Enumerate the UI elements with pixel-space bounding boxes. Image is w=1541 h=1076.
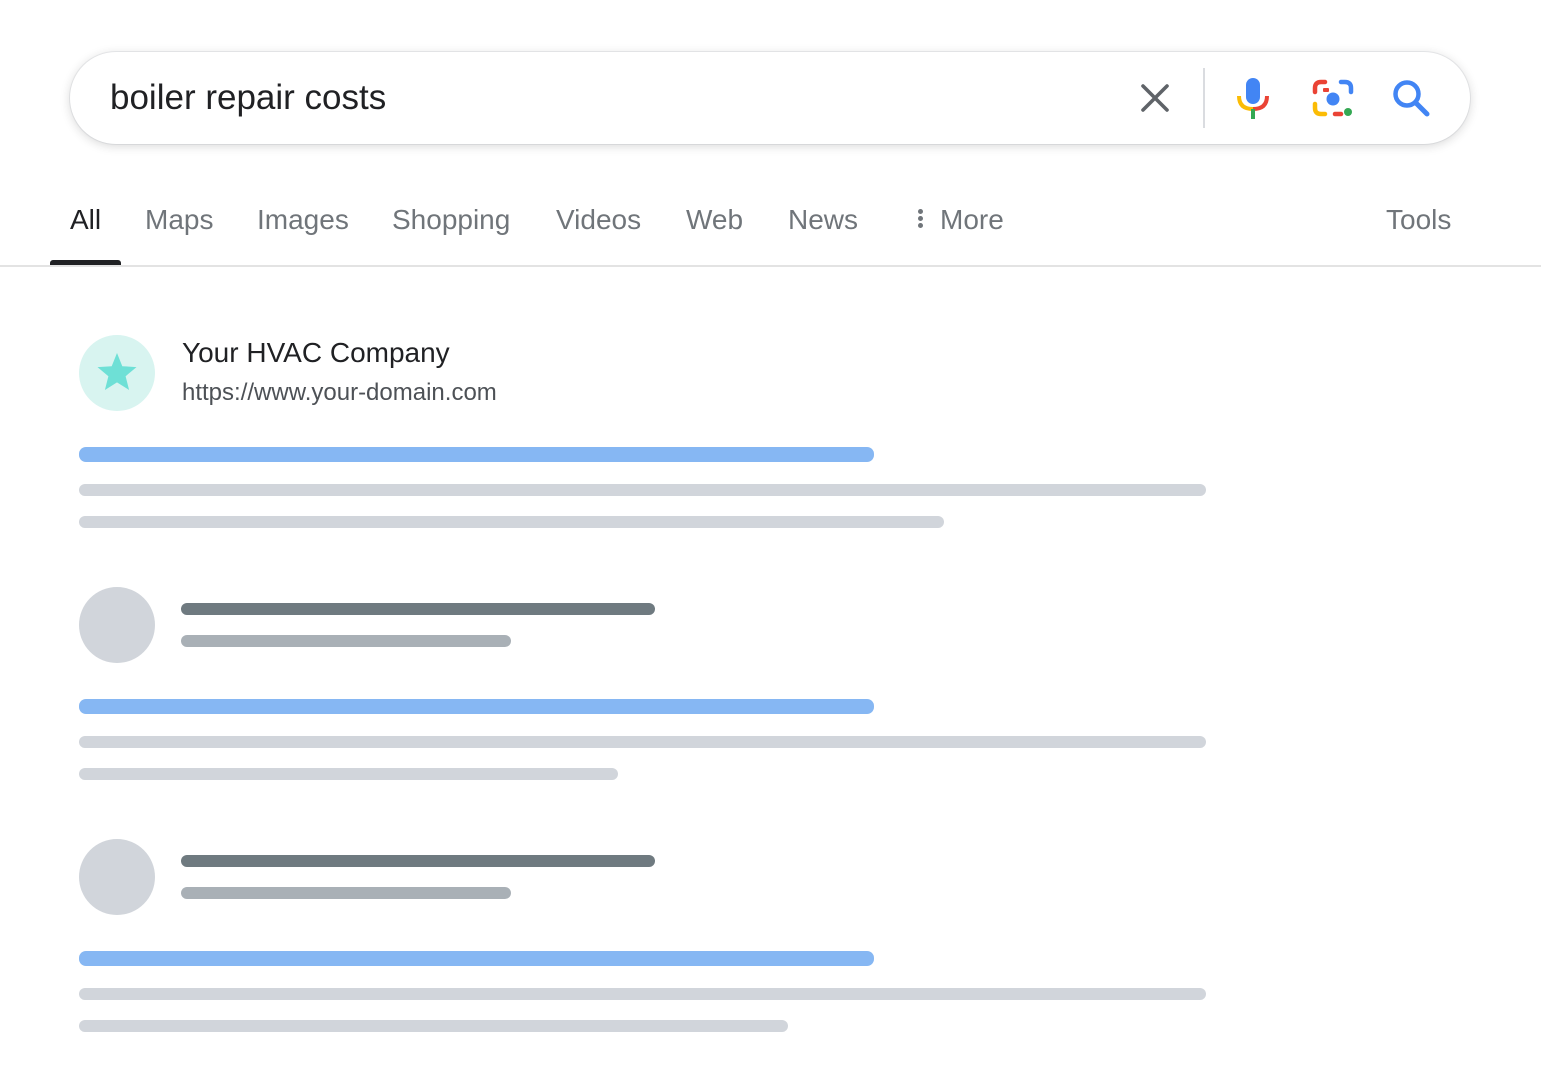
result-title-placeholder[interactable] — [79, 951, 874, 966]
result-title-placeholder[interactable] — [79, 699, 874, 714]
tools-button[interactable]: Tools — [1386, 204, 1451, 236]
site-url[interactable]: https://www.your-domain.com — [182, 379, 497, 407]
tab-more-label: More — [940, 204, 1004, 235]
result-title-placeholder[interactable] — [79, 447, 874, 462]
tab-news[interactable]: News — [788, 204, 858, 236]
snippet-line-placeholder — [79, 484, 1206, 496]
site-url-placeholder — [181, 887, 511, 899]
search-tabs: All Maps Images Shopping Videos Web News… — [0, 190, 1541, 268]
snippet-line-placeholder — [79, 768, 618, 780]
snippet-line-placeholder — [79, 736, 1206, 748]
site-name-placeholder — [181, 855, 655, 867]
search-bar — [70, 52, 1470, 144]
magnifier-icon[interactable] — [1387, 74, 1435, 122]
snippet-line-placeholder — [79, 988, 1206, 1000]
tab-videos[interactable]: Videos — [556, 204, 641, 236]
search-bar-divider — [1203, 68, 1205, 128]
site-name[interactable]: Your HVAC Company — [182, 337, 450, 369]
more-vert-icon — [918, 207, 924, 230]
site-favicon — [79, 335, 155, 411]
search-results-page: All Maps Images Shopping Videos Web News… — [0, 0, 1541, 1076]
close-icon[interactable] — [1131, 74, 1179, 122]
star-icon — [97, 353, 137, 390]
favicon-placeholder — [79, 839, 155, 915]
snippet-line-placeholder — [79, 1020, 788, 1032]
tab-web[interactable]: Web — [686, 204, 743, 236]
tab-images[interactable]: Images — [257, 204, 349, 236]
microphone-icon[interactable] — [1229, 74, 1277, 122]
site-url-placeholder — [181, 635, 511, 647]
tab-more[interactable]: More — [918, 204, 1004, 236]
favicon-placeholder — [79, 587, 155, 663]
site-name-placeholder — [181, 603, 655, 615]
lens-camera-icon[interactable] — [1309, 74, 1357, 122]
snippet-line-placeholder — [79, 516, 944, 528]
tab-maps[interactable]: Maps — [145, 204, 213, 236]
tab-all[interactable]: All — [70, 204, 101, 236]
tabs-divider — [0, 265, 1541, 267]
tab-shopping[interactable]: Shopping — [392, 204, 510, 236]
search-input[interactable] — [110, 72, 1110, 124]
